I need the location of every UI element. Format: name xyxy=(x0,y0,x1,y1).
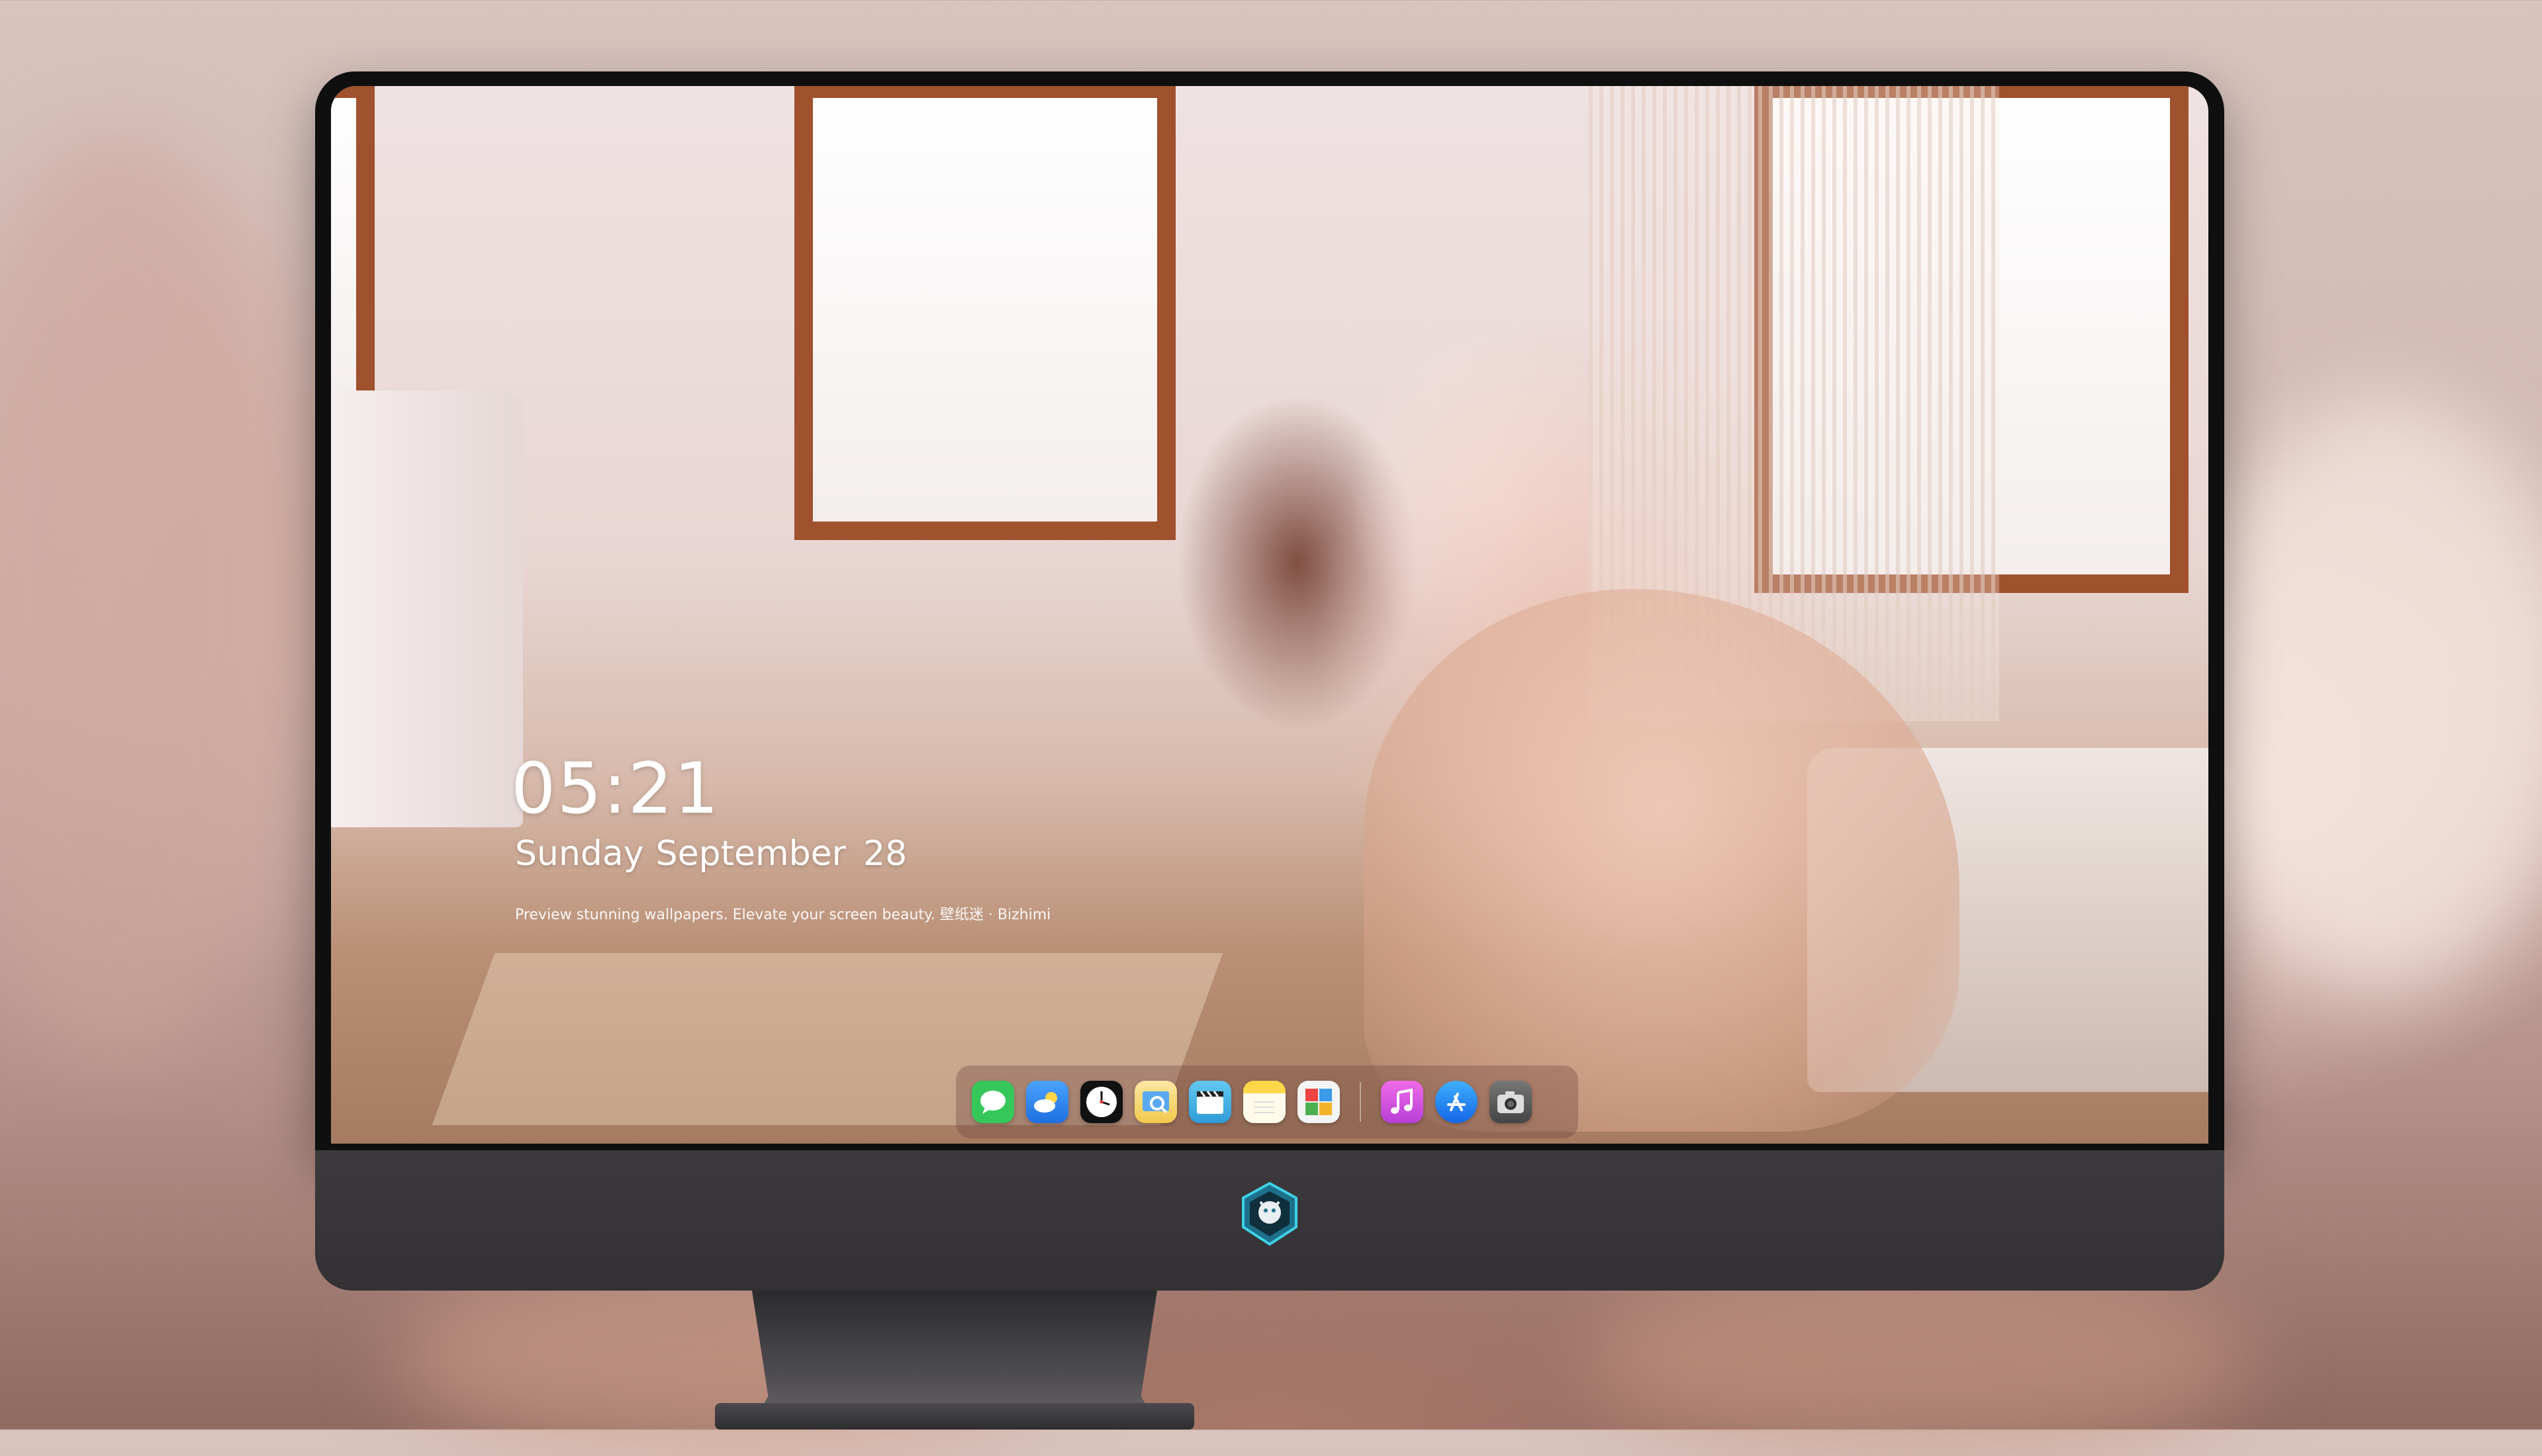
camera-icon[interactable] xyxy=(1489,1081,1532,1123)
backdrop-blur xyxy=(2185,397,2542,993)
lock-screen[interactable]: 05:21 Sunday September 28 Preview stunning… xyxy=(331,86,2208,1144)
preview-icon[interactable] xyxy=(1135,1081,1177,1123)
dock-separator xyxy=(1360,1082,1361,1122)
wallpaper-sofa xyxy=(331,390,523,827)
notes-icon[interactable] xyxy=(1243,1081,1286,1123)
monitor-bezel: 05:21 Sunday September 28 Preview stunning… xyxy=(315,71,2224,1150)
messages-icon[interactable] xyxy=(972,1081,1014,1123)
monitor-stand-foot xyxy=(715,1403,1194,1430)
wallpaper-window xyxy=(794,86,1176,540)
lock-month: September xyxy=(655,834,846,874)
lock-time: 05:21 xyxy=(511,748,720,829)
app-store-icon[interactable] xyxy=(1435,1081,1478,1123)
monitor: 05:21 Sunday September 28 Preview stunning… xyxy=(315,71,2224,1291)
music-icon[interactable] xyxy=(1381,1081,1423,1123)
lock-tagline: Preview stunning wallpapers. Elevate you… xyxy=(515,907,1051,923)
wallpaper-window-edge xyxy=(331,86,375,434)
dragon-shield-logo xyxy=(1242,1181,1297,1246)
lock-weekday: Sunday xyxy=(515,834,644,874)
lock-date: Sunday September 28 xyxy=(515,834,919,874)
photo-booth-icon[interactable] xyxy=(1297,1081,1340,1123)
clips-icon[interactable] xyxy=(1189,1081,1231,1123)
clock-icon[interactable] xyxy=(1080,1081,1123,1123)
lock-day: 28 xyxy=(863,834,908,874)
weather-icon[interactable] xyxy=(1026,1081,1068,1123)
backdrop-blur xyxy=(0,132,305,1059)
dock xyxy=(956,1066,1578,1138)
